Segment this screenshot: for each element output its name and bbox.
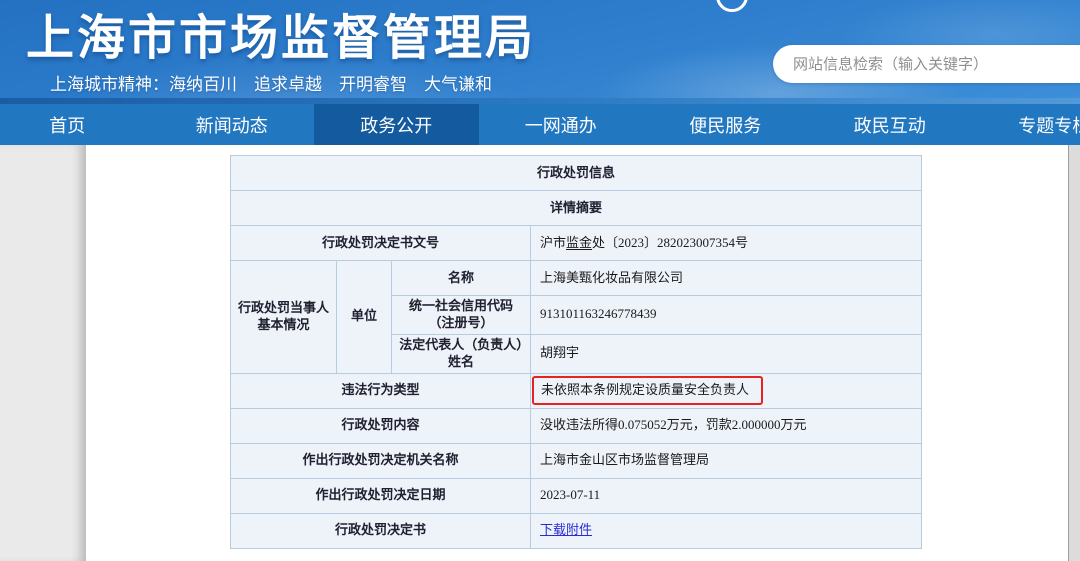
table-row: 行政处罚当事人基本情况 单位 名称 上海美甄化妆品有限公司 [231,261,922,296]
table-row: 行政处罚信息 [231,156,922,191]
table-row: 作出行政处罚决定机关名称 上海市金山区市场监督管理局 [231,443,922,478]
city-spirit-motto: 上海城市精神：海纳百川 追求卓越 开明睿智 大气谦和 [50,70,492,95]
scrollbar[interactable] [1068,145,1080,561]
nav-tab-special-topics[interactable]: 专题专栏 [972,104,1080,145]
nav-tab-public-services[interactable]: 便民服务 [643,104,808,145]
decision-doc-label: 行政处罚决定书 [231,513,531,548]
party-name-value: 上海美甄化妆品有限公司 [531,261,922,296]
authority-label: 作出行政处罚决定机关名称 [231,443,531,478]
doc-no-prefix: 沪市 [540,235,566,250]
nav-tab-news[interactable]: 新闻动态 [150,104,315,145]
party-type-label: 单位 [337,261,392,374]
penalty-info-table: 行政处罚信息 详情摘要 行政处罚决定书文号 沪市监金处〔2023〕2820230… [230,155,922,549]
decision-date-label: 作出行政处罚决定日期 [231,478,531,513]
site-header: 上海市市场监督管理局 上海城市精神：海纳百川 追求卓越 开明睿智 大气谦和 [0,0,1080,98]
table-row: 作出行政处罚决定日期 2023-07-11 [231,478,922,513]
penalty-content-label: 行政处罚内容 [231,408,531,443]
violation-type-value: 未依照本条例规定设质量安全负责人 [531,373,922,408]
table-row: 行政处罚决定书 下载附件 [231,513,922,548]
party-uscc-value: 913101163246778439 [531,296,922,335]
nav-tab-home[interactable]: 首页 [0,104,150,145]
violation-type-label: 违法行为类型 [231,373,531,408]
nav-tab-one-stop-services[interactable]: 一网通办 [479,104,644,145]
party-name-label: 名称 [392,261,531,296]
table-row: 行政处罚决定书文号 沪市监金处〔2023〕282023007354号 [231,226,922,261]
authority-value: 上海市金山区市场监督管理局 [531,443,922,478]
party-uscc-label: 统一社会信用代码（注册号） [392,296,531,335]
penalty-content-value: 没收违法所得0.075052万元，罚款2.000000万元 [531,408,922,443]
party-legal-rep-label: 法定代表人（负责人）姓名 [392,334,531,373]
table-title: 行政处罚信息 [231,156,922,191]
decision-doc-value: 下载附件 [531,513,922,548]
doc-no-underlined: 监金 [566,235,592,250]
search-input[interactable] [773,45,1080,83]
doc-no-suffix: 处〔2023〕282023007354号 [592,235,748,250]
nav-tab-interaction[interactable]: 政民互动 [808,104,973,145]
table-row: 行政处罚内容 没收违法所得0.075052万元，罚款2.000000万元 [231,408,922,443]
page-left-margin [0,145,86,561]
table-row: 详情摘要 [231,191,922,226]
doc-no-label: 行政处罚决定书文号 [231,226,531,261]
download-attachment-link[interactable]: 下载附件 [540,522,592,537]
decision-date-value: 2023-07-11 [531,478,922,513]
table-subtitle: 详情摘要 [231,191,922,226]
site-search [773,45,1080,83]
site-title: 上海市市场监督管理局 [26,0,536,68]
table-row: 违法行为类型 未依照本条例规定设质量安全负责人 [231,373,922,408]
party-group-label: 行政处罚当事人基本情况 [231,261,337,374]
nav-tab-gov-affairs[interactable]: 政务公开 [314,104,479,145]
violation-highlight-box: 未依照本条例规定设质量安全负责人 [532,376,763,405]
party-legal-rep-value: 胡翔宇 [531,334,922,373]
doc-no-value: 沪市监金处〔2023〕282023007354号 [531,226,922,261]
main-nav: 首页 新闻动态 政务公开 一网通办 便民服务 政民互动 专题专栏 [0,104,1080,145]
partial-circle-icon [716,0,748,12]
